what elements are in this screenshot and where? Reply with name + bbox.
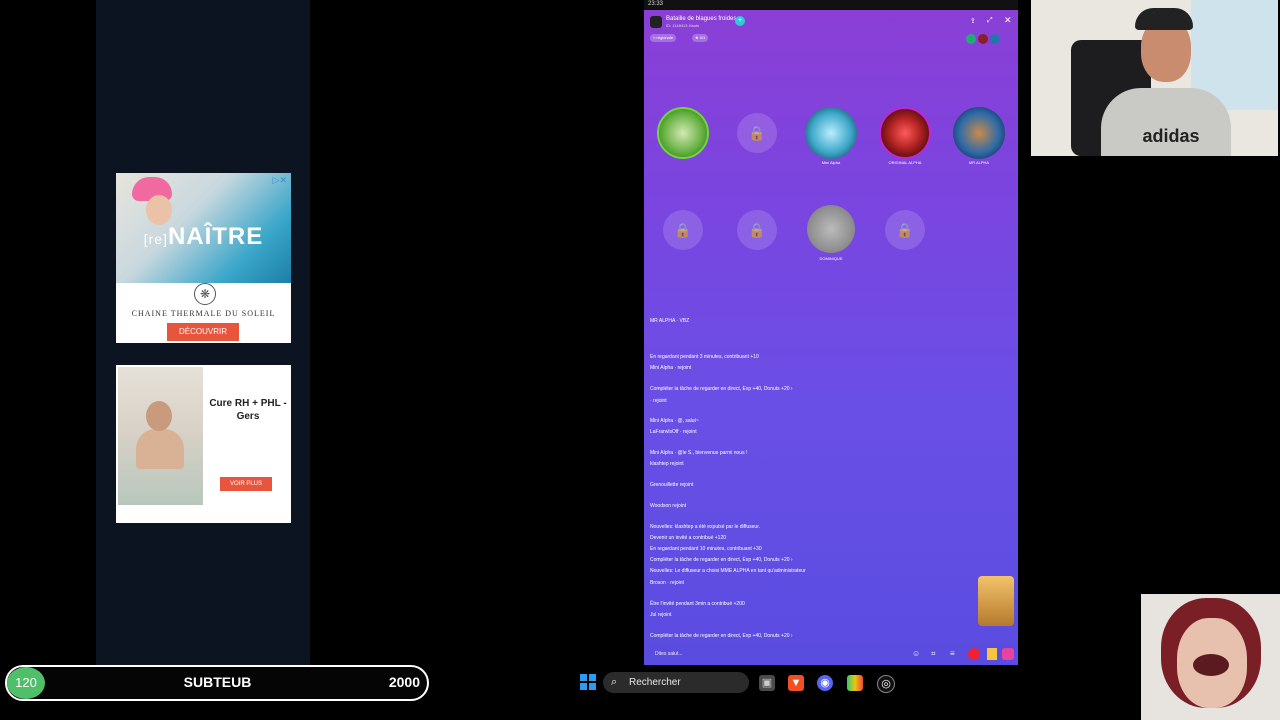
viewer-avatar[interactable] — [978, 34, 988, 44]
chat-input[interactable]: Dites salut... — [655, 651, 683, 657]
seat-name: ORIGINAL ALPHA — [888, 160, 922, 165]
chat-message: · rejoint — [650, 398, 667, 404]
ad-photo: [re]NAÎTRE — [116, 173, 291, 283]
chat-message: Grenouillette rejoint — [650, 482, 694, 488]
ad-photo — [118, 367, 203, 505]
goal-current-count: 120 — [7, 667, 45, 699]
seat-name: MR ALPHA — [968, 160, 990, 165]
mouth-shape — [1193, 654, 1229, 676]
seat-avatar-dominique[interactable] — [807, 205, 855, 253]
rank-chip[interactable]: ★ 0/1 — [692, 34, 709, 42]
room-title: Bataille de blagues froides — [666, 16, 737, 22]
status-time: 23:33 — [648, 1, 664, 7]
chat-message: Broson · rejoint — [650, 580, 684, 586]
person-head-shape — [146, 401, 172, 431]
menu-icon[interactable]: ≡ — [950, 649, 955, 658]
streamer-webcam: adidas — [1031, 0, 1278, 156]
seat-avatar-mini-alpha[interactable] — [805, 107, 857, 159]
seat-avatar-host[interactable] — [657, 107, 709, 159]
chat-message: Mini Alpha · @, salut~ — [650, 418, 699, 424]
close-icon[interactable]: ✕ — [1004, 15, 1012, 26]
brand-logo-icon: ❋ — [194, 283, 216, 305]
chat-message: Woodson rejoint — [650, 503, 687, 509]
emoji-icon[interactable]: ☺ — [912, 649, 920, 658]
chat-message: Être l'invité pendant 3min a contribué +… — [650, 601, 745, 607]
share-icon[interactable]: ⇪ — [970, 17, 976, 25]
ad-brand: CHAINE THERMALE DU SOLEIL — [131, 309, 276, 318]
mic-icon[interactable]: ⌗ — [931, 649, 936, 659]
games-icon[interactable] — [987, 648, 997, 660]
seat-name: DOMINIQUE — [819, 256, 843, 261]
phone-status-bar: 23:33 — [644, 0, 1018, 10]
game-widget-icon[interactable] — [978, 576, 1014, 626]
viewer-avatar[interactable] — [966, 34, 976, 44]
person-body-shape — [136, 429, 184, 469]
chat-message: klashtep rejoint — [650, 461, 684, 467]
windows-start-icon[interactable] — [580, 674, 596, 690]
brave-icon[interactable]: ▼ — [788, 675, 804, 691]
chat-message: LaFrarwlsOff · rejoint — [650, 429, 697, 435]
adchoices-icon[interactable]: ▷✕ — [273, 175, 287, 186]
chat-message: Mini Alpha · rejoint — [650, 365, 692, 371]
goal-target: 2000 — [388, 674, 420, 690]
live-room-app: Bataille de blagues froides ID: 1148413 … — [644, 10, 1018, 665]
locked-seat-lock-icon[interactable]: 🔒 — [885, 210, 925, 250]
follow-icon[interactable]: + — [735, 16, 745, 26]
discover-button[interactable]: DÉCOUVRIR — [167, 323, 239, 341]
chat-message: En regardant pendant 10 minutes, contrib… — [650, 546, 762, 552]
seat-avatar-mr-alpha[interactable] — [953, 107, 1005, 159]
seat-name: Mini Alpha — [821, 160, 841, 165]
reaction-cam — [1141, 594, 1280, 720]
chat-message[interactable]: Compléter la tâche de regarder en direct… — [650, 557, 793, 563]
see-more-button[interactable]: VOIR PLUS — [220, 477, 272, 491]
viewer-avatar[interactable] — [990, 34, 1000, 44]
gift-icon[interactable] — [968, 648, 980, 660]
chat-message[interactable]: Compléter la tâche de regarder en direct… — [650, 633, 793, 639]
region-chip[interactable]: ⌂ régionale — [650, 34, 676, 42]
taskbar-search[interactable]: ⌕ Rechercher — [603, 672, 749, 693]
gift-box-icon[interactable] — [1002, 648, 1014, 660]
ad-banner-cure[interactable]: Cure RH + PHL - Gers VOIR PLUS — [116, 365, 291, 523]
chat-message: MR ALPHA · VBZ — [650, 318, 690, 324]
chat-message: Jul rejoint — [650, 612, 672, 618]
minimize-icon[interactable]: ⤢ — [987, 17, 993, 25]
chat-message: En regardant pendant 3 minutes, contribu… — [650, 354, 759, 360]
app-icon[interactable] — [847, 675, 863, 691]
locked-seat-lock-icon[interactable]: 🔒 — [663, 210, 703, 250]
ad-banner-thermal[interactable]: [re]NAÎTRE ▷✕ ❋ CHAINE THERMALE DU SOLEI… — [116, 173, 291, 343]
obs-icon[interactable]: ◎ — [877, 675, 895, 693]
search-label: Rechercher — [629, 677, 681, 688]
goal-label: SUBTEUB — [183, 674, 252, 690]
ad-headline: [re]NAÎTRE — [143, 223, 264, 250]
ad-title: Cure RH + PHL - Gers — [209, 398, 287, 422]
seat-avatar-original-alpha[interactable] — [879, 107, 931, 159]
chat-message: Nouvelles: klashtep a été expulsé par le… — [650, 524, 760, 530]
chat-input-bar[interactable]: Dites salut... ☺ ⌗ ≡ — [650, 648, 1014, 660]
chat-message: Mini Alpha · @le S., bienvenue parmi nou… — [650, 450, 748, 456]
chat-message: Nouvelles: Le diffuseur a choisi MME ALP… — [650, 568, 806, 574]
discord-icon[interactable]: ◉ — [817, 675, 833, 691]
cap-shape — [1135, 8, 1193, 30]
room-subtitle: ID: 1148413 Hauts — [666, 23, 700, 28]
face-shape — [146, 195, 172, 225]
locked-seat-lock-icon[interactable]: 🔒 — [737, 113, 777, 153]
search-icon: ⌕ — [611, 676, 618, 688]
chat-message: Devenir un invité a contribué +120 — [650, 535, 727, 541]
chat-message[interactable]: Compléter la tâche de regarder en direct… — [650, 386, 793, 392]
locked-seat-lock-icon[interactable]: 🔒 — [737, 210, 777, 250]
room-avatar[interactable] — [650, 16, 662, 28]
task-view-icon[interactable]: ▣ — [759, 675, 775, 691]
shirt-logo: adidas — [1142, 126, 1200, 146]
